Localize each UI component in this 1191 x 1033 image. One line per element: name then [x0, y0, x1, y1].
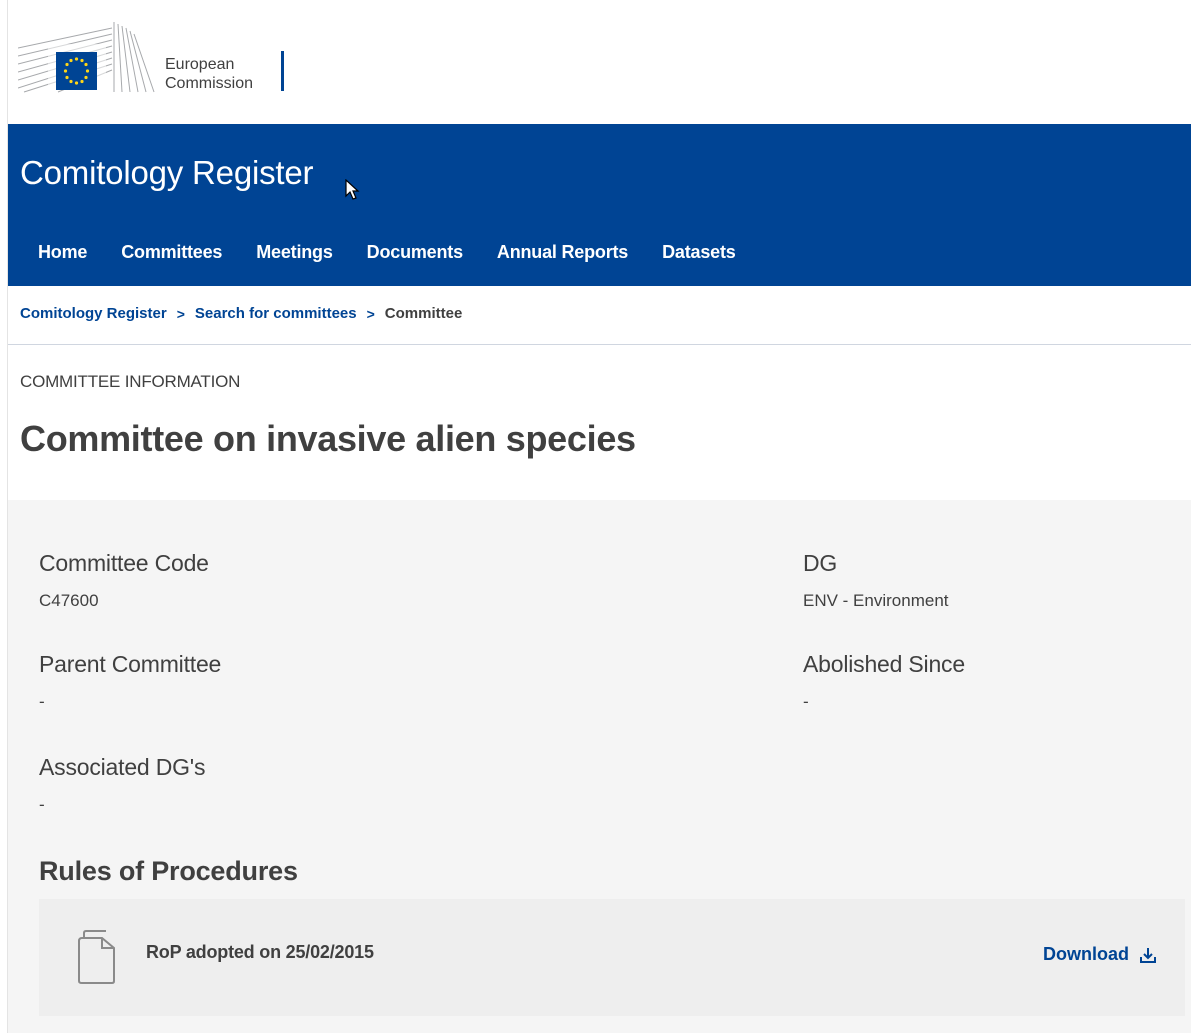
document-copy-icon — [78, 930, 115, 984]
download-label: Download — [1043, 944, 1129, 964]
site-banner: Comitology Register Home Committees Meet… — [8, 124, 1191, 286]
field-value: - — [39, 692, 45, 711]
breadcrumb-search-committees[interactable]: Search for committees — [195, 305, 357, 322]
breadcrumb: Comitology Register > Search for committ… — [20, 305, 462, 322]
field-value: - — [39, 795, 45, 814]
download-link[interactable]: Download — [1043, 944, 1157, 965]
page-title: Committee on invasive alien species — [20, 418, 636, 459]
logo-divider-bar — [281, 51, 284, 91]
breadcrumb-current: Committee — [384, 305, 463, 322]
logo-line-2: Commission — [165, 75, 254, 92]
nav-meetings[interactable]: Meetings — [239, 242, 349, 263]
field-parent-committee: Parent Committee - — [39, 651, 221, 712]
nav-committees[interactable]: Committees — [104, 242, 239, 263]
document-title: RoP adopted on 25/02/2015 — [146, 942, 374, 962]
committee-info-panel: Committee Code C47600 DG ENV - Environme… — [8, 500, 1191, 1033]
nav-annual-reports[interactable]: Annual Reports — [480, 242, 645, 263]
rules-document-card: RoP adopted on 25/02/2015 Download — [39, 899, 1185, 1016]
berlaymont-building-icon — [17, 22, 155, 93]
download-icon — [1140, 947, 1156, 963]
field-label: DG — [803, 550, 838, 576]
breadcrumb-comitology-register[interactable]: Comitology Register — [20, 305, 167, 322]
field-label: Committee Code — [39, 550, 209, 576]
field-label: Associated DG's — [39, 754, 206, 780]
rules-of-procedures-title: Rules of Procedures — [39, 856, 298, 886]
breadcrumb-separator: > — [366, 305, 375, 322]
field-associated-dgs: Associated DG's - — [39, 754, 205, 815]
logo-mark — [17, 18, 158, 98]
logo-line-1: European — [165, 56, 235, 73]
field-abolished-since: Abolished Since - — [803, 651, 965, 712]
mouse-pointer-icon — [345, 179, 360, 200]
field-committee-code: Committee Code C47600 — [39, 550, 209, 611]
breadcrumb-divider — [8, 344, 1191, 345]
section-kicker: COMMITTEE INFORMATION — [20, 372, 241, 391]
main-nav: Home Committees Meetings Documents Annua… — [22, 242, 753, 263]
field-value: - — [803, 692, 809, 711]
field-value: ENV - Environment — [803, 591, 949, 610]
nav-datasets[interactable]: Datasets — [645, 242, 752, 263]
european-commission-logo[interactable]: European Commission — [17, 18, 318, 98]
nav-home[interactable]: Home — [22, 242, 104, 263]
field-label: Parent Committee — [39, 651, 222, 677]
site-header: European Commission — [8, 0, 1191, 124]
nav-documents[interactable]: Documents — [350, 242, 480, 263]
breadcrumb-separator: > — [176, 305, 185, 322]
page-left-edge — [0, 0, 8, 1033]
logo-text: European Commission — [165, 55, 253, 93]
field-label: Abolished Since — [803, 651, 965, 677]
site-title[interactable]: Comitology Register — [20, 154, 314, 192]
field-dg: DG ENV - Environment — [803, 550, 949, 611]
field-value: C47600 — [39, 591, 99, 610]
